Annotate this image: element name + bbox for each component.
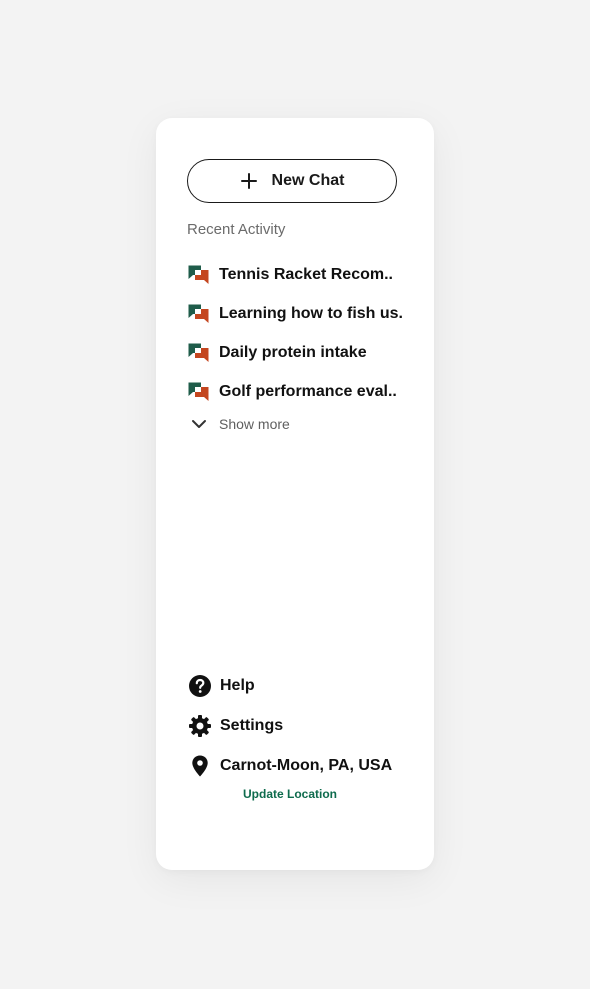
settings-label: Settings	[220, 717, 284, 734]
gear-icon	[189, 715, 211, 737]
help-circle-icon	[189, 675, 211, 697]
update-location-link[interactable]: Update Location	[243, 787, 337, 801]
list-item[interactable]: Daily protein intake	[187, 333, 402, 372]
list-item[interactable]: Learning how to fish us..	[187, 294, 402, 333]
sidebar-panel: New Chat Recent Activity Tennis Racket R…	[156, 118, 434, 870]
new-chat-label: New Chat	[271, 172, 345, 189]
show-more-button[interactable]: Show more	[187, 412, 290, 436]
settings-link[interactable]: Settings	[188, 706, 392, 746]
list-item[interactable]: Tennis Racket Recom..	[187, 255, 402, 294]
chat-bubbles-icon	[188, 382, 209, 401]
recent-activity-list: Tennis Racket Recom.. Learning how to fi…	[187, 255, 402, 411]
chat-bubbles-icon	[188, 304, 209, 323]
footer-menu: Help Settings Carnot-Moon, PA, USA	[188, 666, 392, 786]
activity-label: Tennis Racket Recom..	[219, 265, 393, 283]
activity-label: Learning how to fish us..	[219, 304, 402, 322]
recent-activity-heading: Recent Activity	[187, 221, 286, 238]
map-pin-icon	[192, 755, 208, 777]
location-item[interactable]: Carnot-Moon, PA, USA	[188, 746, 392, 786]
chevron-down-icon	[192, 420, 206, 428]
chat-bubbles-icon	[188, 343, 209, 362]
list-item[interactable]: Golf performance eval..	[187, 372, 402, 411]
activity-label: Golf performance eval..	[219, 382, 397, 400]
new-chat-button[interactable]: New Chat	[187, 159, 397, 203]
help-link[interactable]: Help	[188, 666, 392, 706]
activity-label: Daily protein intake	[219, 343, 367, 361]
help-label: Help	[220, 677, 255, 694]
location-label: Carnot-Moon, PA, USA	[220, 757, 393, 774]
chat-bubbles-icon	[188, 265, 209, 284]
show-more-label: Show more	[219, 416, 290, 432]
plus-icon	[240, 173, 257, 189]
